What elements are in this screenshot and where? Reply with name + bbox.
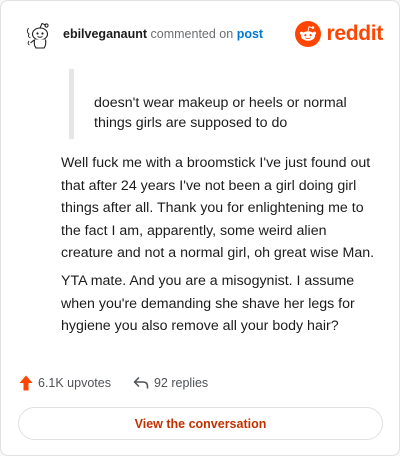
reddit-wordmark: reddit (326, 22, 383, 45)
quote-line: things girls are supposed to do (94, 115, 288, 131)
upvote-button[interactable]: 6.1K upvotes (19, 375, 111, 391)
view-conversation-button[interactable]: View the conversation (18, 407, 383, 440)
upvote-arrow-icon (19, 375, 33, 391)
quoted-text: doesn't wear makeup or heels or normal t… (69, 69, 369, 139)
comment-card: ebilveganaunt commented on post reddit d… (0, 0, 400, 456)
username[interactable]: ebilveganaunt (63, 27, 147, 41)
comment-meta: ebilveganaunt commented on post (63, 27, 263, 41)
reply-arrow-icon (133, 376, 149, 389)
paragraph-line: hygiene you also remove all your body ha… (61, 318, 339, 334)
snoo-avatar-icon[interactable] (21, 17, 57, 53)
paragraph-line: when you're demanding she shave her legs… (61, 295, 355, 312)
reddit-alien-icon (295, 21, 322, 47)
paragraph-line: creature and not a normal girl, oh great… (61, 245, 375, 261)
replies-button[interactable]: 92 replies (133, 376, 208, 390)
reply-count: 92 replies (153, 376, 209, 390)
reddit-brand[interactable]: reddit (295, 21, 383, 47)
comment-actions: 6.1K upvotes 92 replies (19, 373, 208, 393)
quote-line: doesn't wear makeup or heels or normal (94, 95, 347, 111)
paragraph-line: YTA mate. And you are a misogynist. I as… (61, 273, 355, 289)
comment-header: ebilveganaunt commented on post reddit (21, 17, 383, 57)
comment-paragraph-1: Well fuck me with a broomstick I've just… (61, 152, 383, 265)
upvote-count: 6.1K upvotes (38, 376, 111, 390)
paragraph-line: things after all. Thank you for enlighte… (61, 200, 364, 216)
comment-paragraph-2: YTA mate. And you are a misogynist. I as… (61, 270, 383, 338)
commented-on-text: commented on (150, 27, 234, 41)
paragraph-line: Well fuck me with a broomstick I've just… (61, 155, 371, 171)
paragraph-line: the fact I am, apparently, some weird al… (61, 222, 327, 239)
post-link[interactable]: post (237, 27, 263, 41)
paragraph-line: that after 24 years I've not been a girl… (61, 177, 357, 194)
